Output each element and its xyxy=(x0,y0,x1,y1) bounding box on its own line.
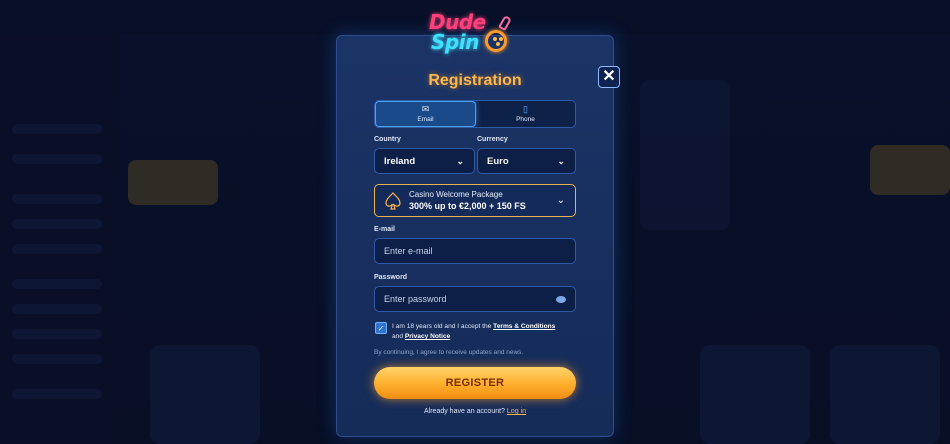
bonus-offer: 300% up to €2,000 + 150 FS xyxy=(409,201,526,211)
email-input[interactable] xyxy=(384,246,554,256)
terms-and-word: and xyxy=(392,333,405,340)
bowling-ball-icon xyxy=(485,30,507,52)
login-link[interactable]: Log in xyxy=(507,408,526,415)
close-icon: ✕ xyxy=(602,68,616,85)
checkmark-icon: ✓ xyxy=(377,323,385,333)
dude-spin-logo: Dude Spin xyxy=(425,8,525,58)
envelope-icon: ✉ xyxy=(421,104,430,114)
privacy-notice-link[interactable]: Privacy Notice xyxy=(405,333,450,340)
terms-text-part1: I am 18 years old and I accept the xyxy=(392,323,494,330)
country-value: Ireland xyxy=(384,155,416,167)
register-button[interactable]: REGISTER xyxy=(374,367,576,399)
tab-email[interactable]: ✉ Email xyxy=(375,101,476,127)
login-prompt-text: Already have an account? xyxy=(424,408,505,415)
chevron-down-icon: ⌄ xyxy=(456,156,464,166)
password-label: Password xyxy=(374,274,408,281)
email-field[interactable] xyxy=(374,238,576,264)
tab-email-label: Email xyxy=(417,116,434,123)
currency-value: Euro xyxy=(487,155,509,167)
password-field[interactable] xyxy=(374,286,576,312)
bowling-pin-icon xyxy=(498,14,512,32)
eye-icon[interactable] xyxy=(556,296,566,303)
email-label: E-mail xyxy=(374,226,396,233)
password-input[interactable] xyxy=(384,294,554,304)
country-select[interactable]: Ireland ⌄ xyxy=(374,148,475,174)
terms-conditions-link[interactable]: Terms & Conditions xyxy=(493,323,555,330)
bonus-title: Casino Welcome Package xyxy=(409,190,503,199)
modal-title: Registration xyxy=(428,72,522,89)
chevron-down-icon: ⌄ xyxy=(557,156,565,166)
close-button[interactable]: ✕ xyxy=(598,66,620,88)
updates-notice: By continuing, I agree to receive update… xyxy=(374,349,524,356)
registration-method-tabs: ✉ Email ▯ Phone xyxy=(374,100,576,128)
tab-phone[interactable]: ▯ Phone xyxy=(476,101,575,127)
currency-select[interactable]: Euro ⌄ xyxy=(477,148,576,174)
terms-checkbox[interactable]: ✓ xyxy=(375,322,387,334)
login-prompt: Already have an account? Log in xyxy=(0,408,950,415)
bonus-select[interactable]: Casino Welcome Package 300% up to €2,000… xyxy=(374,184,576,217)
spade-icon xyxy=(385,192,401,210)
currency-label: Currency xyxy=(477,136,508,143)
tab-phone-label: Phone xyxy=(516,116,535,123)
phone-icon: ▯ xyxy=(523,104,528,114)
chevron-down-icon: ⌄ xyxy=(556,195,565,206)
logo-text-line2: Spin xyxy=(431,30,479,54)
country-label: Country xyxy=(374,136,401,143)
terms-text: I am 18 years old and I accept the Terms… xyxy=(392,322,576,342)
